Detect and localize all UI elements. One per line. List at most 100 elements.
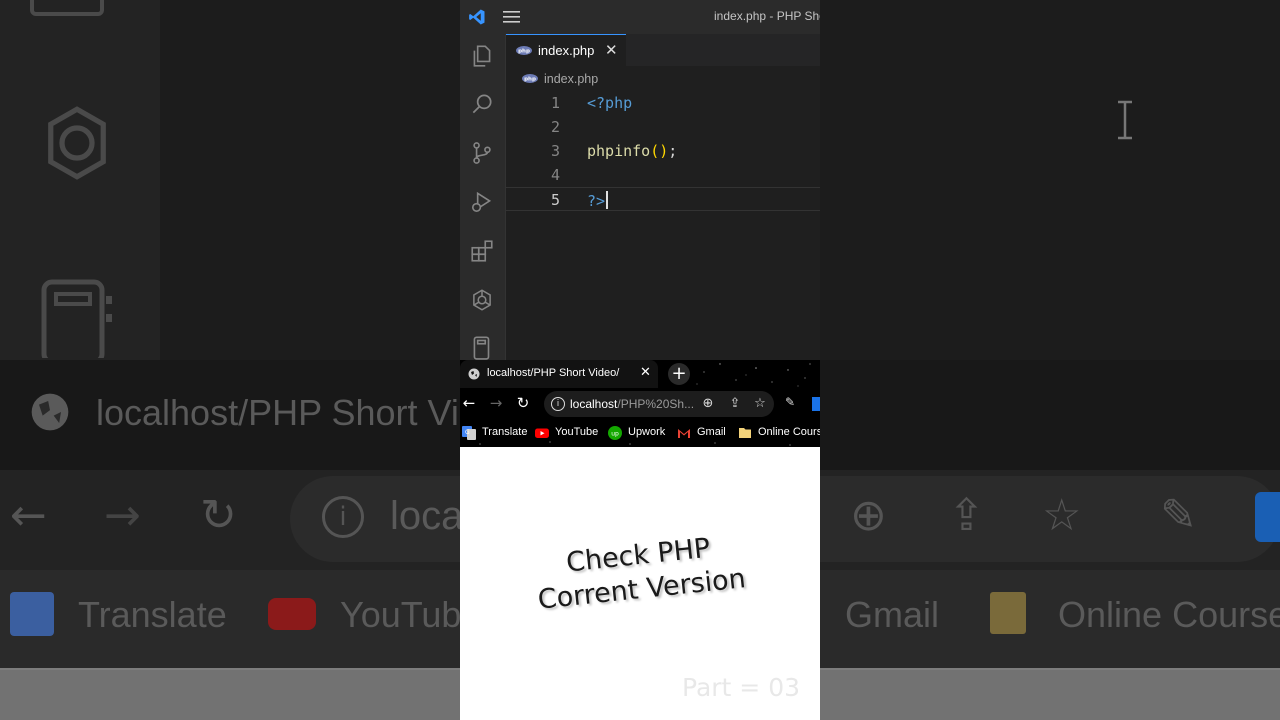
line-number: 4 <box>550 166 560 184</box>
bg-zoom-icon: ⊕ <box>850 490 887 541</box>
php-file-icon: php <box>522 74 538 83</box>
extension-icon[interactable] <box>812 397 820 411</box>
bg-layout-icon <box>30 0 104 16</box>
url-host: localhost <box>570 397 618 411</box>
code-line: 2 <box>506 115 820 139</box>
upwork-icon: up <box>608 426 622 440</box>
bg-bm-online: Online Course <box>1058 594 1280 635</box>
line-number: 5 <box>550 191 560 209</box>
bg-info-icon: i <box>322 496 364 538</box>
bookmark-label: YouTube <box>555 426 599 438</box>
reload-icon[interactable]: ↻ <box>515 395 531 411</box>
globe-icon <box>468 368 480 380</box>
gmail-icon <box>678 429 690 438</box>
part-label: Part = 03 <box>682 673 801 702</box>
code-parens: () <box>650 142 669 160</box>
code-line: 3 phpinfo(); <box>506 139 820 163</box>
bookmarks-bar: G Translate YouTube up Upwork Gmail Onli… <box>460 420 820 447</box>
bookmark-star-icon[interactable]: ☆ <box>752 396 768 412</box>
bg-tab-title: localhost/PHP Short Vi <box>96 392 459 433</box>
code-line-current: 5 ?> <box>506 187 820 211</box>
bg-globe-icon <box>31 393 69 431</box>
bookmark-online-course[interactable]: Online Course <box>738 425 820 441</box>
bg-notebook-icon <box>41 279 112 358</box>
code-text-phpinfo: phpinfo(); <box>587 142 677 160</box>
bg-bm-gmail: Gmail <box>845 594 940 635</box>
activity-bar <box>460 34 506 360</box>
code-text: <?php <box>587 94 633 112</box>
bg-bm-youtube: YouTub <box>340 594 462 635</box>
line-number: 2 <box>550 118 560 136</box>
bg-share-icon: ⇪ <box>948 490 985 541</box>
explorer-icon[interactable] <box>469 43 495 69</box>
text-caret <box>606 191 609 209</box>
url-path: /PHP%20Sh... <box>617 397 695 411</box>
video-frame: index.php - PHP Sho php index.php ✕ php … <box>460 0 820 720</box>
code-text-close-tag: ?> <box>587 191 609 210</box>
code-line: 4 <box>506 163 820 187</box>
back-icon[interactable]: ← <box>461 395 477 411</box>
svg-text:php: php <box>524 77 536 83</box>
bookmark-label: Translate <box>482 426 528 438</box>
browser-tab-close-icon[interactable]: ✕ <box>640 365 651 380</box>
folder-icon <box>739 428 751 438</box>
bg-bm-translate: Translate <box>78 594 227 635</box>
address-bar[interactable]: i localhost/PHP%20Sh... ⊕ ⇪ ☆ <box>544 391 774 417</box>
url-text: localhost/PHP%20Sh... <box>570 397 694 411</box>
editor-tab-bar: php index.php ✕ <box>506 34 820 66</box>
bg-extension-icon <box>1255 492 1280 542</box>
vscode-titlebar: index.php - PHP Sho <box>460 0 820 34</box>
overlay-title: Check PHP Corrent Version <box>517 527 763 620</box>
vscode-logo-icon <box>469 9 485 25</box>
browser-toolbar: ← → ↻ i localhost/PHP%20Sh... ⊕ ⇪ ☆ ✎ <box>460 390 820 418</box>
bg-omnibox-text: loca <box>390 494 464 538</box>
code-line: 1 <?php <box>506 91 820 115</box>
tab-close-icon[interactable]: ✕ <box>605 41 618 59</box>
forward-icon[interactable]: → <box>488 395 504 411</box>
search-icon[interactable] <box>469 91 495 117</box>
editor-pane: php index.php ✕ php index.php 1 <?php 2 … <box>506 34 820 360</box>
menu-icon[interactable] <box>503 11 520 23</box>
zoom-icon[interactable]: ⊕ <box>700 396 716 412</box>
share-icon[interactable]: ⇪ <box>727 396 743 412</box>
code-semicolon: ; <box>668 142 678 160</box>
bg-eyedropper-icon: ✎ <box>1160 490 1197 541</box>
php-file-icon: php <box>516 46 532 55</box>
bookmark-upwork[interactable]: up Upwork <box>608 425 668 441</box>
bookmark-youtube[interactable]: YouTube <box>535 425 599 441</box>
source-control-icon[interactable] <box>469 140 495 166</box>
line-number: 3 <box>550 142 560 160</box>
bg-forward-icon: → <box>104 490 141 541</box>
google-translate-icon: G <box>462 426 476 440</box>
bg-translate-icon <box>10 592 54 636</box>
bg-text-cursor <box>1118 100 1132 140</box>
notebook-icon[interactable] <box>469 334 495 360</box>
chatgpt-icon[interactable] <box>469 287 495 313</box>
code-text: ?> <box>587 192 606 210</box>
browser-tab[interactable]: localhost/PHP Short Video/ ✕ <box>460 360 658 388</box>
svg-text:php: php <box>518 49 530 55</box>
bookmark-label: Gmail <box>697 426 726 438</box>
extensions-icon[interactable] <box>469 238 495 264</box>
browser-window: localhost/PHP Short Video/ ✕ + ← → ↻ i l… <box>460 360 820 447</box>
bookmark-label: Upwork <box>628 426 666 438</box>
editor-tab[interactable]: php index.php ✕ <box>506 34 626 66</box>
bg-youtube-icon <box>268 598 316 630</box>
bookmark-gmail[interactable]: Gmail <box>677 425 729 441</box>
youtube-icon <box>535 428 549 438</box>
bookmark-translate[interactable]: G Translate <box>462 425 528 441</box>
breadcrumb-label: index.php <box>544 72 599 86</box>
code-function: phpinfo <box>587 142 651 160</box>
run-debug-icon[interactable] <box>469 189 495 215</box>
tab-label: index.php <box>538 43 595 58</box>
bg-chatgpt-icon <box>48 106 106 180</box>
svg-text:up: up <box>611 431 619 438</box>
bookmark-label: Online Course <box>758 426 820 438</box>
bg-star-icon: ☆ <box>1042 490 1082 541</box>
browser-tab-title: localhost/PHP Short Video/ <box>487 367 620 379</box>
bg-folder-icon <box>990 592 1026 634</box>
site-info-icon[interactable]: i <box>551 397 565 411</box>
new-tab-button[interactable]: + <box>668 363 690 385</box>
window-title: index.php - PHP Sho <box>714 9 820 23</box>
eyedropper-extension-icon[interactable]: ✎ <box>785 395 801 411</box>
